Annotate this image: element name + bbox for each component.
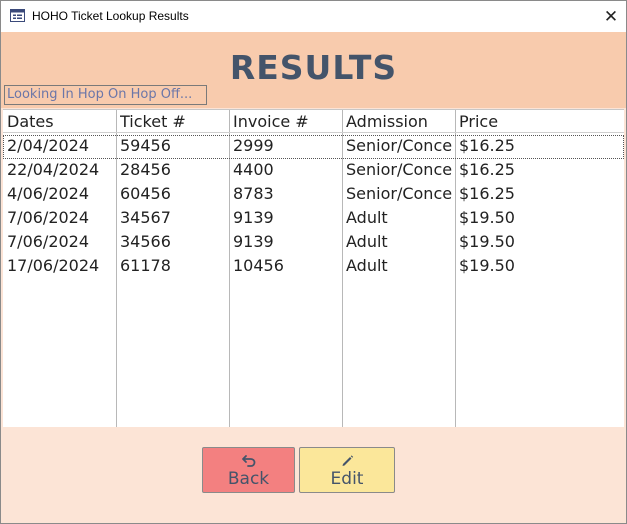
list-row[interactable]: 4/06/2024 60456 8783 Senior/Concession $… — [3, 183, 624, 207]
cell-price: $19.50 — [459, 232, 515, 251]
list-row[interactable]: 7/06/2024 34567 9139 Adult $19.50 — [3, 207, 624, 231]
cell-date: 7/06/2024 — [7, 232, 90, 251]
cell-invoice: 9139 — [233, 208, 274, 227]
cell-ticket: 61178 — [120, 256, 171, 275]
cell-ticket: 59456 — [120, 136, 171, 155]
list-row[interactable]: 2/04/2024 59456 2999 Senior/Concession $… — [3, 135, 624, 159]
cell-date: 4/06/2024 — [7, 184, 90, 203]
edit-button[interactable]: Edit — [299, 447, 395, 493]
cell-date: 2/04/2024 — [7, 136, 90, 155]
cell-admission: Senior/Concession — [346, 160, 453, 179]
cell-admission: Adult — [346, 208, 388, 227]
page-title: RESULTS — [229, 48, 398, 87]
lookup-results-window: HOHO Ticket Lookup Results ✕ RESULTS Loo… — [0, 0, 627, 524]
form-window-icon — [10, 9, 25, 22]
window-title: HOHO Ticket Lookup Results — [32, 9, 189, 23]
cell-date: 22/04/2024 — [7, 160, 100, 179]
column-header-invoice[interactable]: Invoice # — [233, 111, 338, 133]
cell-price: $16.25 — [459, 160, 515, 179]
cell-admission: Senior/Concession — [346, 136, 453, 155]
cell-invoice: 10456 — [233, 256, 284, 275]
undo-arrow-icon — [241, 455, 255, 467]
cell-price: $16.25 — [459, 184, 515, 203]
cell-ticket: 60456 — [120, 184, 171, 203]
cell-price: $19.50 — [459, 256, 515, 275]
cell-ticket: 34566 — [120, 232, 171, 251]
cell-admission: Adult — [346, 232, 388, 251]
cell-admission: Senior/Concession — [346, 184, 453, 203]
list-header-row: Dates Ticket # Invoice # Admission Price — [3, 110, 624, 133]
cell-invoice: 2999 — [233, 136, 274, 155]
column-header-dates[interactable]: Dates — [7, 111, 112, 133]
column-header-ticket[interactable]: Ticket # — [120, 111, 225, 133]
cell-invoice: 4400 — [233, 160, 274, 179]
cell-price: $19.50 — [459, 208, 515, 227]
close-icon: ✕ — [603, 6, 619, 27]
list-row[interactable]: 17/06/2024 61178 10456 Adult $19.50 — [3, 255, 624, 279]
list-row[interactable]: 7/06/2024 34566 9139 Adult $19.50 — [3, 231, 624, 255]
list-row[interactable]: 22/04/2024 28456 4400 Senior/Concession … — [3, 159, 624, 183]
cell-date: 7/06/2024 — [7, 208, 90, 227]
search-status-label: Looking In Hop On Hop Off... — [4, 85, 207, 105]
cell-price: $16.25 — [459, 136, 515, 155]
column-header-price[interactable]: Price — [459, 111, 619, 133]
pencil-icon — [342, 455, 354, 466]
title-bar: HOHO Ticket Lookup Results ✕ — [1, 1, 626, 32]
close-button[interactable]: ✕ — [596, 1, 626, 32]
cell-ticket: 34567 — [120, 208, 171, 227]
cell-invoice: 9139 — [233, 232, 274, 251]
cell-admission: Adult — [346, 256, 388, 275]
cell-invoice: 8783 — [233, 184, 274, 203]
cell-ticket: 28456 — [120, 160, 171, 179]
edit-button-label: Edit — [330, 469, 364, 489]
cell-date: 17/06/2024 — [7, 256, 100, 275]
back-button-label: Back — [227, 469, 270, 489]
column-header-admission[interactable]: Admission — [346, 111, 453, 133]
results-list[interactable]: Dates Ticket # Invoice # Admission Price… — [3, 109, 624, 429]
back-button[interactable]: Back — [202, 447, 295, 493]
